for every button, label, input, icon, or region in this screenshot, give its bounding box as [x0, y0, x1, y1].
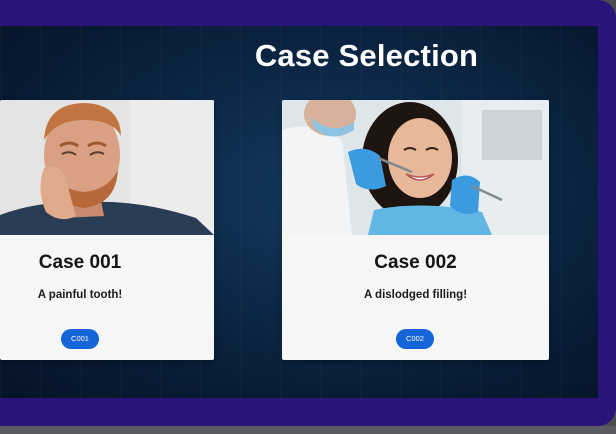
woman-at-dentist-photo — [282, 100, 549, 235]
device-bottom-edge — [0, 426, 616, 434]
case-code-button[interactable]: C002 — [396, 329, 434, 349]
page-title: Case Selection — [254, 38, 479, 73]
case-description: A painful tooth! — [37, 289, 123, 301]
case-description: A dislodged filling! — [363, 289, 468, 301]
screen: Case Selection Case 001 A painful tooth!… — [0, 26, 598, 398]
case-card-002[interactable]: Case 002 A dislodged filling! C002 — [282, 100, 549, 360]
case-title: Case 002 — [374, 252, 457, 273]
man-with-toothache-photo — [0, 100, 214, 235]
case-photo-001 — [0, 100, 214, 235]
case-card-001[interactable]: Case 001 A painful tooth! C001 — [0, 100, 214, 360]
case-photo-002 — [282, 100, 549, 235]
case-code-button[interactable]: C001 — [61, 329, 99, 349]
case-title: Case 001 — [38, 252, 122, 273]
